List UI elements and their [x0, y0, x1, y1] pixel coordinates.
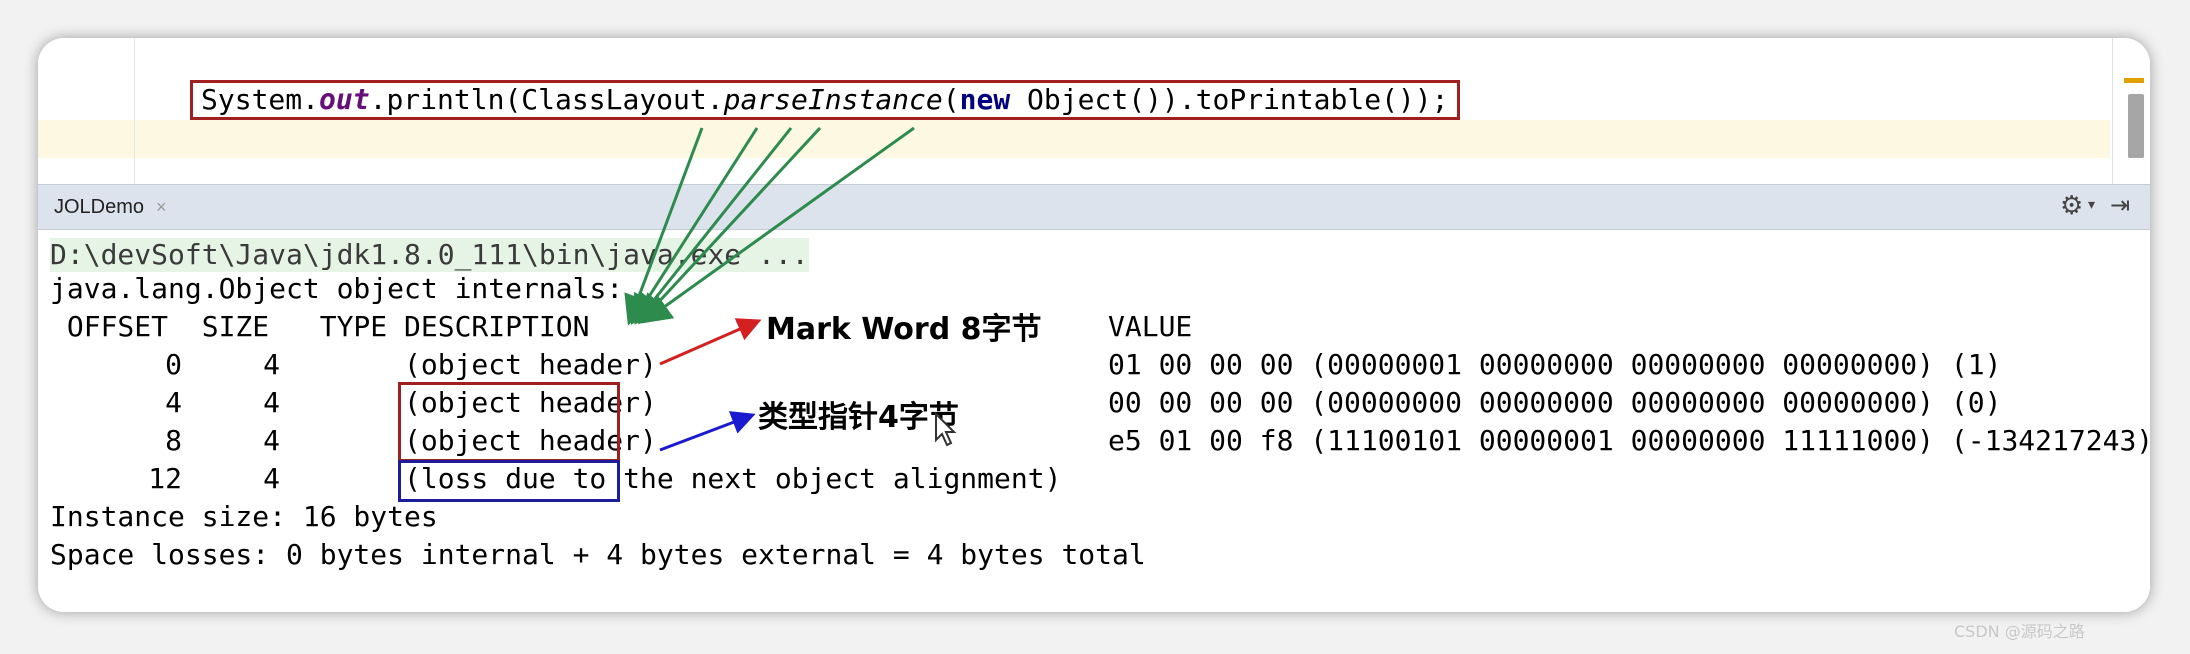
run-tab-joldemo[interactable]: JOLDemo ×: [44, 189, 177, 225]
code-token: .println(ClassLayout.: [369, 83, 724, 116]
row-value: 00 00 00 00 (00000000 00000000 00000000 …: [1108, 386, 2002, 419]
row-offset: 4: [165, 386, 182, 419]
editor-gutter: [134, 38, 135, 184]
row-description: (object header): [404, 348, 657, 381]
mark-word-annotation: Mark Word 8字节: [766, 312, 1042, 347]
gear-icon[interactable]: ⚙: [2060, 191, 2083, 221]
console-value-header: VALUE: [1108, 310, 1193, 343]
code-line-println[interactable]: System.out.println(ClassLayout.parseInst…: [190, 80, 1460, 120]
row-value: e5 01 00 f8 (11100101 00000001 00000000 …: [1108, 424, 2150, 457]
scrollbar-thumb[interactable]: [2128, 94, 2144, 158]
type-pointer-highlight-box: [398, 460, 620, 502]
code-token: new: [959, 83, 1011, 116]
console-columns-header: OFFSET SIZE TYPE DESCRIPTION: [50, 310, 590, 343]
type-pointer-annotation: 类型指针4字节: [758, 400, 959, 435]
screenshot-frame: System.out.println(ClassLayout.parseInst…: [38, 38, 2150, 612]
space-losses-line: Space losses: 0 bytes internal + 4 bytes…: [50, 538, 1146, 571]
watermark: CSDN @源码之路: [1954, 622, 2085, 641]
code-token: System.: [201, 83, 320, 116]
code-token: out: [319, 83, 370, 116]
current-line-highlight: [38, 120, 2110, 158]
mark-word-highlight-box: [398, 382, 620, 462]
row-size: 4: [263, 424, 280, 457]
code-token: Object()).toPrintable());: [1010, 83, 1449, 116]
row-offset: 0: [165, 348, 182, 381]
console-header-line: java.lang.Object object internals:: [50, 272, 624, 305]
scrollbar-marker: [2124, 78, 2144, 83]
mouse-cursor-icon: [935, 412, 957, 447]
close-icon[interactable]: ×: [156, 197, 167, 218]
run-toolbar: JOLDemo × ⚙ ▾ ⇥: [38, 184, 2150, 230]
console-command-line: D:\devSoft\Java\jdk1.8.0_111\bin\java.ex…: [50, 238, 809, 272]
row-offset: 8: [165, 424, 182, 457]
chevron-down-icon[interactable]: ▾: [2088, 197, 2095, 213]
code-editor[interactable]: System.out.println(ClassLayout.parseInst…: [38, 38, 2150, 184]
code-token: parseInstance: [723, 83, 943, 116]
row-size: 4: [263, 462, 280, 495]
code-token: (: [942, 83, 960, 116]
row-offset: 12: [148, 462, 182, 495]
run-tab-label: JOLDemo: [54, 195, 145, 218]
row-value: 01 00 00 00 (00000001 00000000 00000000 …: [1108, 348, 2002, 381]
row-size: 4: [263, 386, 280, 419]
pin-icon[interactable]: ⇥: [2110, 191, 2130, 219]
console-output[interactable]: D:\devSoft\Java\jdk1.8.0_111\bin\java.ex…: [38, 230, 2150, 612]
row-size: 4: [263, 348, 280, 381]
instance-size-line: Instance size: 16 bytes: [50, 500, 438, 533]
